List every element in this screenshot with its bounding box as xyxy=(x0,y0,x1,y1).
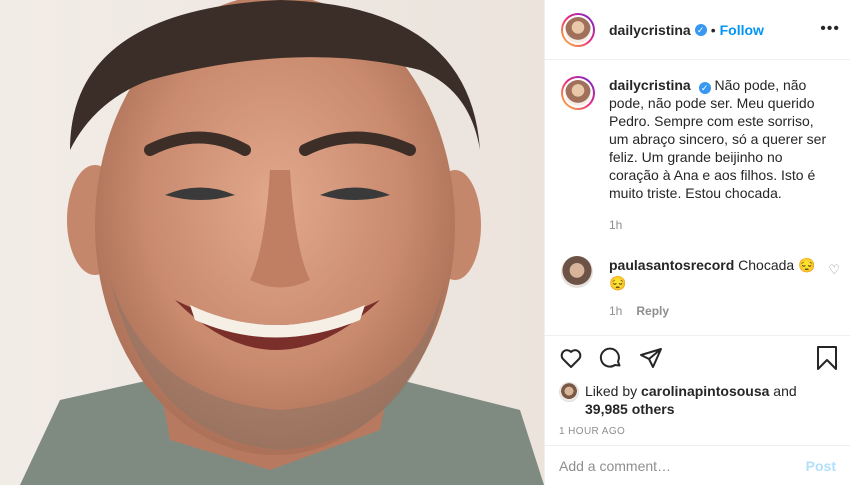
likes-prefix: Liked by xyxy=(585,383,638,399)
post-photo[interactable] xyxy=(0,0,544,485)
instagram-post: dailycristina ✓ • Follow ••• dailycristi… xyxy=(0,0,850,485)
caption-username[interactable]: dailycristina xyxy=(609,77,691,93)
comment-input[interactable] xyxy=(559,457,806,474)
comment-like-icon[interactable]: ♡ xyxy=(828,262,840,278)
post-timestamp: 1 HOUR AGO xyxy=(559,426,626,437)
separator-dot: • xyxy=(710,21,716,38)
post-button[interactable]: Post xyxy=(806,458,836,474)
share-icon[interactable] xyxy=(639,346,663,370)
caption-age: 1h xyxy=(609,218,623,232)
caption-avatar[interactable] xyxy=(561,76,595,110)
author-username[interactable]: dailycristina xyxy=(609,22,691,38)
commenter-avatar[interactable] xyxy=(561,256,593,288)
bookmark-icon[interactable] xyxy=(816,346,838,370)
likes-others[interactable]: 39,985 others xyxy=(585,401,675,417)
likes-summary: Liked by carolinapintosousa and 39,985 o… xyxy=(559,382,838,418)
post-header: dailycristina ✓ • Follow ••• xyxy=(545,0,850,60)
comment-item: paulasantosrecord Chocada 😔 😔 1h Reply ♡ xyxy=(561,256,840,320)
caption: dailycristina ✓ Não pode, não pode, não … xyxy=(561,76,834,234)
post-sidebar: dailycristina ✓ • Follow ••• dailycristi… xyxy=(544,0,850,485)
author-avatar[interactable] xyxy=(561,12,595,47)
comment-username[interactable]: paulasantosrecord xyxy=(609,257,734,273)
more-icon[interactable]: ••• xyxy=(820,20,840,38)
comments-list[interactable]: dailycristina ✓ Não pode, não pode, não … xyxy=(545,60,850,335)
liker-username[interactable]: carolinapintosousa xyxy=(641,383,769,399)
reply-button[interactable]: Reply xyxy=(636,304,669,318)
caption-text: Não pode, não pode, não pode ser. Meu qu… xyxy=(609,77,827,201)
like-icon[interactable] xyxy=(559,346,583,370)
comment-icon[interactable] xyxy=(599,346,623,370)
post-actions: Liked by carolinapintosousa and 39,985 o… xyxy=(545,335,850,445)
add-comment-bar: Post xyxy=(545,445,850,485)
verified-icon: ✓ xyxy=(694,23,707,36)
portrait-image xyxy=(0,0,544,485)
verified-icon: ✓ xyxy=(698,82,711,94)
liker-avatar[interactable] xyxy=(559,382,579,402)
likes-and: and xyxy=(773,383,797,399)
follow-button[interactable]: Follow xyxy=(720,22,764,38)
comment-age: 1h xyxy=(609,304,623,318)
